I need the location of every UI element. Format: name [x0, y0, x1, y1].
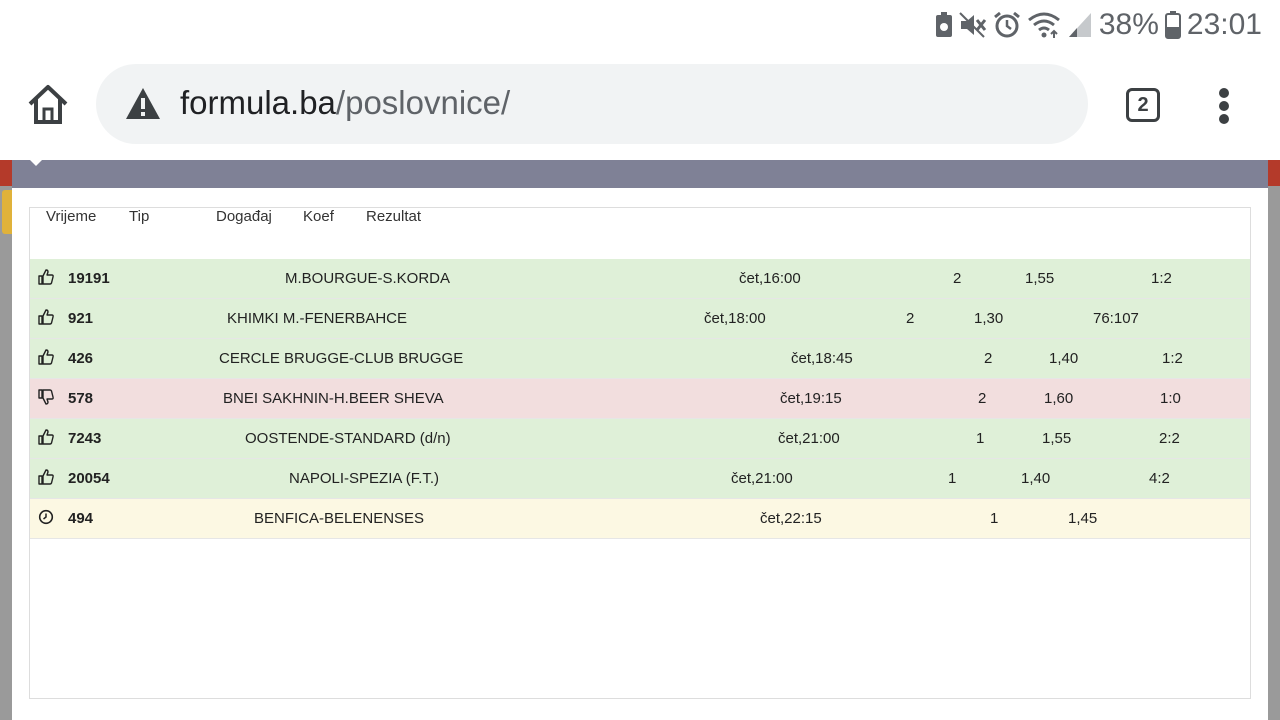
- event-time: čet,18:45: [791, 350, 853, 367]
- thumbs-up-icon: [38, 429, 54, 445]
- event-name: KHIMKI M.-FENERBAHCE: [227, 310, 408, 327]
- overflow-menu-icon[interactable]: [1212, 86, 1236, 126]
- tip-value: 2: [984, 350, 993, 367]
- table-row: 921 KHIMKI M.-FENERBAHCE čet,18:00 2 1,3…: [30, 299, 1250, 339]
- event-time: čet,18:00: [704, 310, 766, 327]
- event-name: BENFICA-BELENENSES: [254, 510, 425, 527]
- header-rezultat: Rezultat: [366, 208, 422, 225]
- event-time: čet,21:00: [778, 430, 840, 447]
- ticket-id: 921: [68, 310, 94, 327]
- alarm-icon: [993, 11, 1021, 39]
- thumbs-up-icon: [38, 269, 54, 285]
- odds-value: 1,40: [1049, 350, 1079, 367]
- tip-value: 1: [990, 510, 999, 527]
- clock-icon: [38, 509, 54, 525]
- tip-value: 2: [978, 390, 987, 407]
- event-name: BNEI SAKHNIN-H.BEER SHEVA: [223, 390, 444, 407]
- header-dogadjaj: Događaj: [216, 208, 272, 225]
- table-row: 19191 M.BOURGUE-S.KORDA čet,16:00 2 1,55…: [30, 259, 1250, 299]
- header-koef: Koef: [303, 208, 334, 225]
- odds-value: 1,45: [1068, 510, 1098, 527]
- event-time: čet,21:00: [731, 470, 793, 487]
- result-value: 1:2: [1151, 270, 1172, 287]
- result-value: 76:107: [1093, 310, 1139, 327]
- browser-toolbar: formula.ba/poslovnice/ 2: [0, 50, 1280, 160]
- home-icon[interactable]: [24, 82, 72, 126]
- table-row: 20054 NAPOLI-SPEZIA (F.T.) čet,21:00 1 1…: [30, 459, 1250, 499]
- tips-table: Vrijeme Tip Događaj Koef Rezultat 19191 …: [29, 207, 1251, 699]
- event-time: čet,16:00: [739, 270, 801, 287]
- table-body: 19191 M.BOURGUE-S.KORDA čet,16:00 2 1,55…: [30, 259, 1250, 539]
- battery-percent: 38%: [1098, 8, 1159, 41]
- tab-count: 2: [1137, 93, 1149, 116]
- ticket-id: 494: [68, 510, 94, 527]
- page-backdrop: Vrijeme Tip Događaj Koef Rezultat 19191 …: [0, 160, 1280, 720]
- odds-value: 1,60: [1044, 390, 1074, 407]
- event-name: M.BOURGUE-S.KORDA: [285, 270, 451, 287]
- result-value: 4:2: [1149, 470, 1170, 487]
- event-name: OOSTENDE-STANDARD (d/n): [245, 430, 451, 447]
- modal-caret: [30, 160, 42, 166]
- table-row: 494 BENFICA-BELENENSES čet,22:15 1 1,45: [30, 499, 1250, 539]
- background-page-edge-right: [1268, 160, 1280, 720]
- tip-value: 2: [953, 270, 962, 287]
- clock-time: 23:01: [1186, 8, 1262, 41]
- ticket-id: 7243: [68, 430, 102, 447]
- result-value: 1:0: [1160, 390, 1181, 407]
- thumbs-up-icon: [38, 309, 54, 325]
- event-name: NAPOLI-SPEZIA (F.T.): [289, 470, 440, 487]
- result-value: 2:2: [1159, 430, 1180, 447]
- odds-value: 1,30: [974, 310, 1004, 327]
- mute-icon: [959, 12, 987, 38]
- url-path: /poslovnice/: [335, 84, 511, 121]
- event-time: čet,19:15: [780, 390, 842, 407]
- ticket-id: 426: [68, 350, 94, 367]
- not-secure-warning-icon[interactable]: [124, 86, 162, 122]
- table-row: 7243 OOSTENDE-STANDARD (d/n) čet,21:00 1…: [30, 419, 1250, 459]
- url-host: formula.ba: [180, 84, 336, 121]
- modal-header: [12, 160, 1268, 188]
- odds-value: 1,40: [1021, 470, 1051, 487]
- address-bar[interactable]: formula.ba/poslovnice/: [96, 64, 1088, 144]
- table-header: Vrijeme Tip Događaj Koef Rezultat: [30, 208, 1250, 258]
- thumbs-down-icon: [38, 389, 54, 405]
- header-vrijeme: Vrijeme: [46, 208, 97, 225]
- nfc-icon: [935, 12, 953, 38]
- ticket-id: 578: [68, 390, 94, 407]
- ticket-id: 20054: [68, 470, 110, 487]
- battery-icon: [1164, 11, 1181, 39]
- result-value: 1:2: [1162, 350, 1183, 367]
- thumbs-up-icon: [38, 469, 54, 485]
- cellular-signal-icon: [1067, 11, 1093, 39]
- table-row: 578 BNEI SAKHNIN-H.BEER SHEVA čet,19:15 …: [30, 379, 1250, 419]
- odds-value: 1,55: [1042, 430, 1072, 447]
- tip-value: 1: [976, 430, 985, 447]
- tab-switcher-button[interactable]: 2: [1126, 88, 1160, 122]
- wifi-icon: [1027, 11, 1061, 39]
- tips-modal: Vrijeme Tip Događaj Koef Rezultat 19191 …: [12, 160, 1268, 720]
- event-time: čet,22:15: [760, 510, 822, 527]
- tip-value: 2: [906, 310, 915, 327]
- status-bar: 38% 23:01: [0, 0, 1280, 50]
- tip-value: 1: [948, 470, 957, 487]
- table-row: 426 CERCLE BRUGGE-CLUB BRUGGE čet,18:45 …: [30, 339, 1250, 379]
- odds-value: 1,55: [1025, 270, 1055, 287]
- ticket-id: 19191: [68, 270, 110, 287]
- thumbs-up-icon: [38, 349, 54, 365]
- url-text[interactable]: formula.ba/poslovnice/: [180, 83, 510, 123]
- status-icons: 38% 23:01: [935, 8, 1262, 42]
- event-name: CERCLE BRUGGE-CLUB BRUGGE: [219, 350, 464, 367]
- background-page-edge-left: [0, 160, 12, 720]
- header-tip: Tip: [129, 208, 150, 225]
